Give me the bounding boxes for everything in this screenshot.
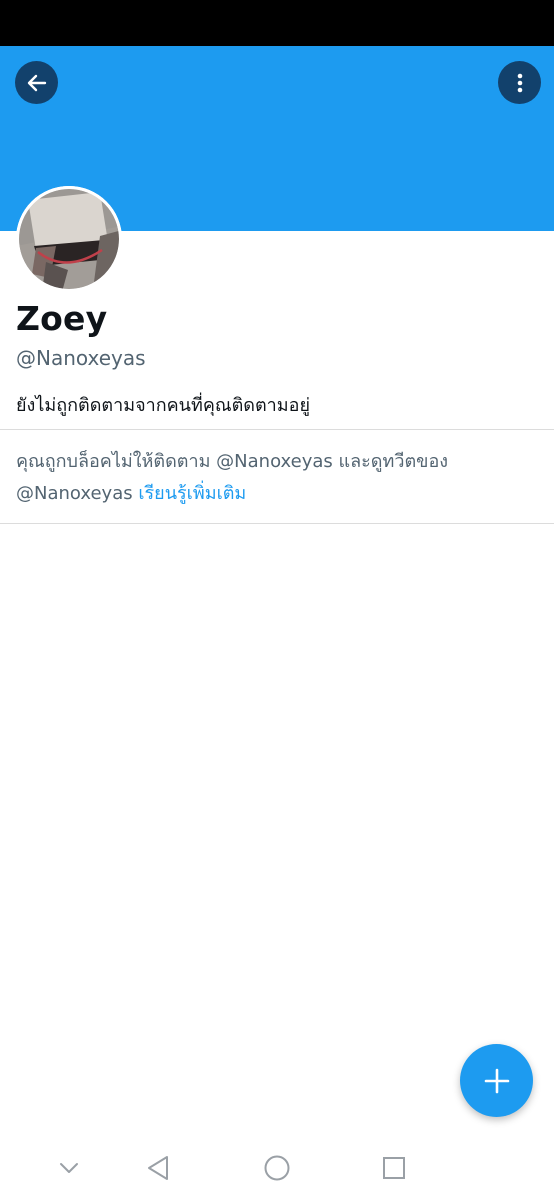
divider	[0, 523, 554, 524]
more-options-button[interactable]	[498, 61, 541, 104]
circle-home-icon	[264, 1155, 290, 1181]
back-button[interactable]	[15, 61, 58, 104]
chevron-down-icon	[60, 1163, 78, 1173]
status-bar	[0, 0, 554, 46]
system-nav-bar	[0, 1136, 554, 1200]
nav-home-button[interactable]	[257, 1150, 297, 1186]
nav-recents-button[interactable]	[374, 1150, 414, 1186]
blocked-notice: คุณถูกบล็อคไม่ให้ติดตาม @Nanoxeyas และดู…	[16, 446, 536, 510]
nav-hide-button[interactable]	[49, 1150, 89, 1186]
profile-handle: @Nanoxeyas	[16, 346, 146, 370]
more-vertical-icon	[517, 73, 522, 92]
learn-more-link[interactable]: เรียนรู้เพิ่มเติม	[138, 483, 246, 504]
follow-status-text: ยังไม่ถูกติดตามจากคนที่คุณติดตามอยู่	[16, 395, 310, 416]
arrow-left-icon	[27, 74, 46, 91]
avatar[interactable]	[16, 186, 122, 292]
divider	[0, 429, 554, 430]
plus-icon	[484, 1068, 509, 1093]
nav-back-button[interactable]	[138, 1150, 178, 1186]
square-recents-icon	[383, 1157, 405, 1179]
compose-button[interactable]	[460, 1044, 533, 1117]
triangle-back-icon	[148, 1156, 168, 1180]
display-name: Zoey	[16, 299, 108, 338]
